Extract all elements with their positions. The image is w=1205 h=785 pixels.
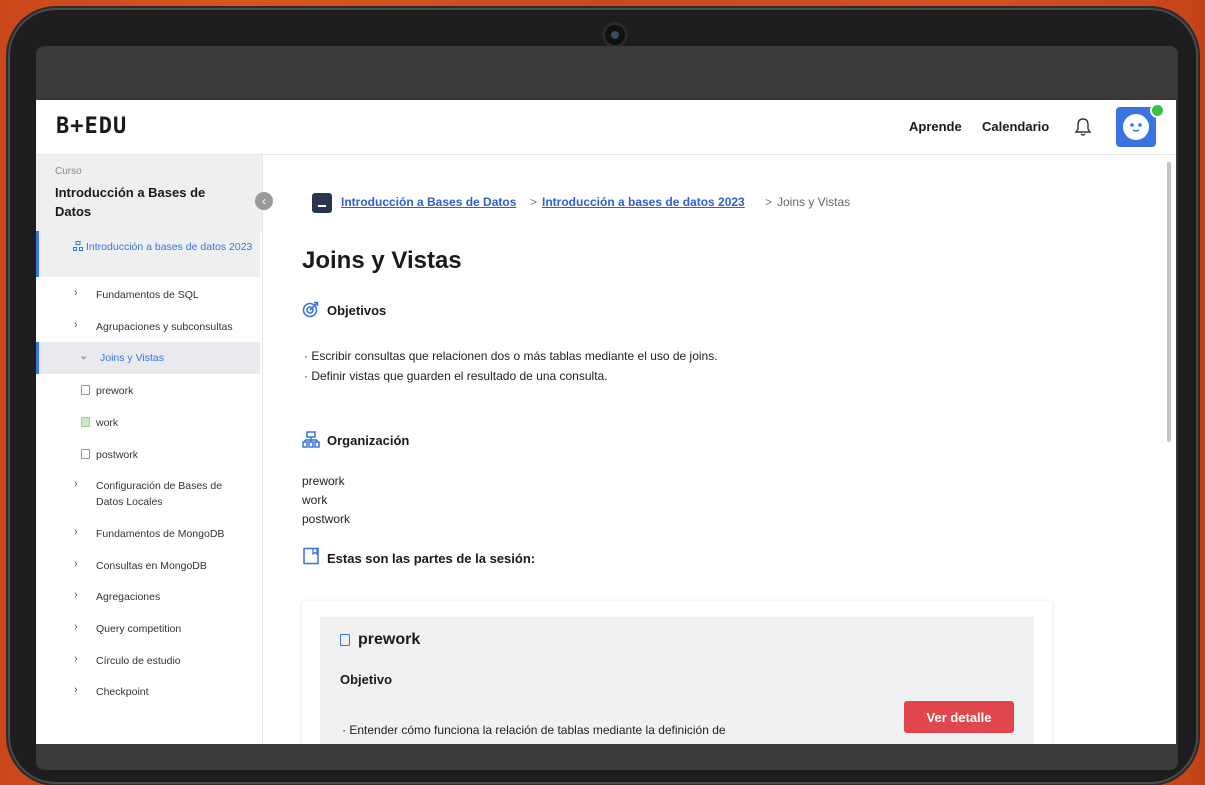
document-icon xyxy=(81,385,90,395)
organization-item: prework xyxy=(302,474,345,488)
objective-item: · Escribir consultas que relacionen dos … xyxy=(304,349,718,363)
breadcrumb-current: Joins y Vistas xyxy=(777,195,851,209)
course-title: Introducción a Bases de Datos xyxy=(55,185,206,219)
card-title: prework xyxy=(358,631,421,648)
sidebar-item-mongodb[interactable]: › Fundamentos de MongoDB xyxy=(36,524,260,546)
nav-calendario[interactable]: Calendario xyxy=(982,119,1049,134)
breadcrumb-module[interactable]: Introducción a bases de datos 2023 xyxy=(542,195,745,209)
chevron-right-icon: › xyxy=(74,653,78,665)
online-status-dot xyxy=(1150,103,1165,118)
top-bar: B+EDU Aprende Calendario xyxy=(36,100,1176,155)
breadcrumb-separator: > xyxy=(765,195,773,209)
parts-heading: Estas son las partes de la sesión: xyxy=(327,551,536,566)
sidebar-item-agregaciones[interactable]: › Agregaciones xyxy=(36,587,260,609)
course-icon xyxy=(312,193,332,213)
camera-icon xyxy=(602,22,628,48)
scrollbar[interactable] xyxy=(1167,162,1171,442)
chevron-right-icon: › xyxy=(74,684,78,696)
document-icon xyxy=(340,634,350,646)
sidebar-item-configuracion[interactable]: › Configuración de Bases de Datos Locale… xyxy=(36,476,260,512)
breadcrumb-separator: > xyxy=(530,195,538,209)
chevron-right-icon: › xyxy=(74,319,78,331)
chevron-right-icon: › xyxy=(74,287,78,299)
document-icon xyxy=(81,449,90,459)
sidebar-module[interactable]: Introducción a bases de datos 2023 xyxy=(36,231,260,277)
sidebar-item-joins[interactable]: ⌄ Joins y Vistas xyxy=(36,342,260,374)
sidebar-module-label: Introducción a bases de datos 2023 xyxy=(86,241,253,253)
logo[interactable]: B+EDU xyxy=(56,114,127,139)
organization-item: postwork xyxy=(302,512,351,526)
book-icon xyxy=(303,547,319,565)
sidebar-item-fundamentos-sql[interactable]: › Fundamentos de SQL xyxy=(36,285,260,307)
avatar[interactable] xyxy=(1116,103,1165,147)
card-subtitle: Objetivo xyxy=(340,672,393,687)
chevron-right-icon: › xyxy=(74,589,78,601)
sidebar-subitem-prework[interactable]: prework xyxy=(36,381,260,403)
course-label: Curso xyxy=(55,166,82,177)
session-card-body: prework Objetivo · Entender cómo funcion… xyxy=(320,617,1034,744)
sidebar: Curso Introducción a Bases de Datos Intr… xyxy=(36,155,263,744)
ver-detalle-button[interactable]: Ver detalle xyxy=(904,701,1014,733)
course-header: Curso Introducción a Bases de Datos xyxy=(36,155,262,231)
nav-aprende[interactable]: Aprende xyxy=(909,119,962,134)
sidebar-subitem-postwork[interactable]: postwork xyxy=(36,445,260,467)
app-screen: B+EDU Aprende Calendario Curso Introducc… xyxy=(36,100,1176,744)
sitemap-icon xyxy=(302,431,320,448)
organization-heading: Organización xyxy=(327,433,410,448)
sidebar-item-circulo[interactable]: › Círculo de estudio xyxy=(36,651,260,673)
collapse-sidebar-button[interactable]: ‹ xyxy=(255,192,273,210)
chevron-right-icon: › xyxy=(74,558,78,570)
sidebar-subitem-work[interactable]: work xyxy=(36,413,260,435)
chevron-right-icon: › xyxy=(74,478,78,490)
sidebar-item-checkpoint[interactable]: › Checkpoint xyxy=(36,682,260,704)
sidebar-item-consultas-mongodb[interactable]: › Consultas en MongoDB xyxy=(36,556,260,578)
objectives-heading: Objetivos xyxy=(327,303,387,318)
chevron-right-icon: › xyxy=(74,526,78,538)
breadcrumb-course[interactable]: Introducción a Bases de Datos xyxy=(341,195,516,209)
bottom-bezel xyxy=(36,744,1176,764)
chevron-right-icon: › xyxy=(74,621,78,633)
sidebar-item-agrupaciones[interactable]: › Agrupaciones y subconsultas xyxy=(36,317,260,339)
session-card: prework Objetivo · Entender cómo funcion… xyxy=(302,601,1052,744)
page-title: Joins y Vistas xyxy=(302,247,462,274)
target-icon xyxy=(302,301,319,318)
sidebar-item-query-competition[interactable]: › Query competition xyxy=(36,619,260,641)
bell-icon[interactable] xyxy=(1072,116,1094,138)
organization-item: work xyxy=(302,493,328,507)
objective-item: · Definir vistas que guarden el resultad… xyxy=(304,369,608,383)
document-icon xyxy=(81,417,90,427)
avatar-face-icon xyxy=(1123,114,1149,140)
card-bullet: · Entender cómo funciona la relación de … xyxy=(342,723,726,737)
chevron-down-icon: ⌄ xyxy=(79,350,89,362)
